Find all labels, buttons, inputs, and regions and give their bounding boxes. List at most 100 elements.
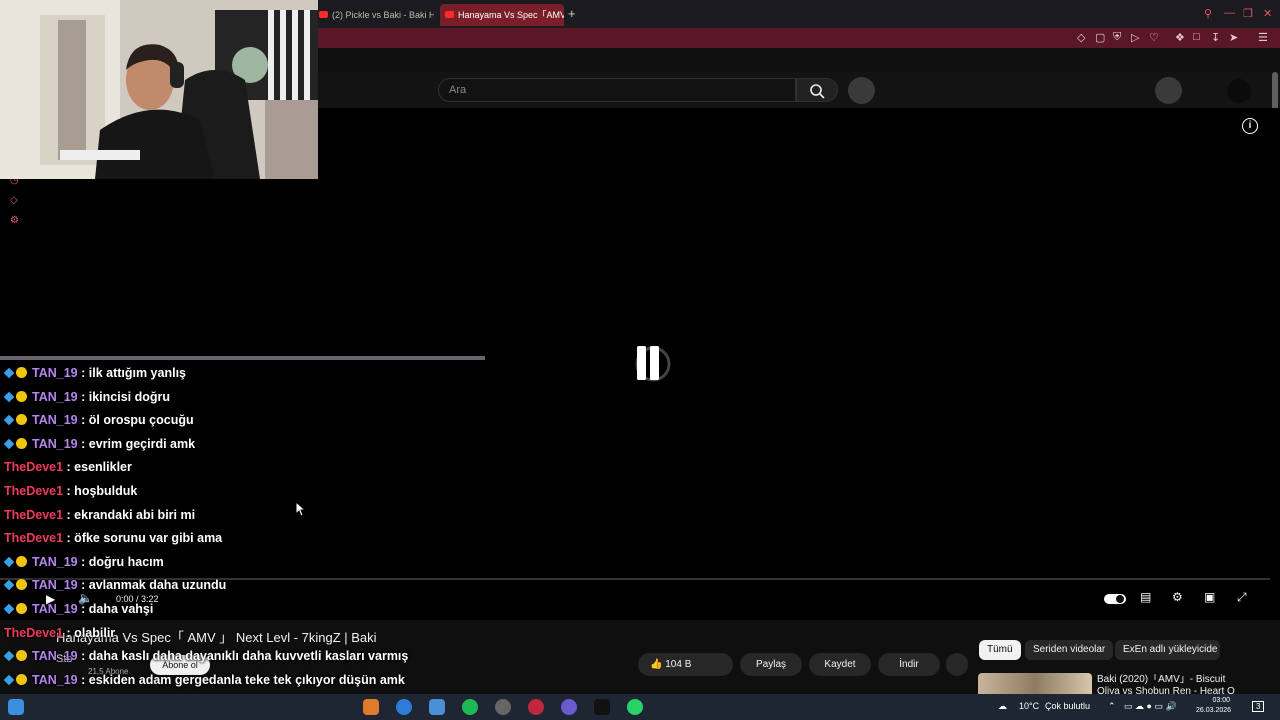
vpn-shield-icon[interactable]: ⛨	[1113, 31, 1121, 44]
whatsapp-icon[interactable]	[627, 699, 643, 715]
notifications-button[interactable]	[1155, 77, 1182, 104]
heart-icon[interactable]: ♡	[1149, 31, 1159, 44]
voice-search-button[interactable]	[848, 77, 875, 104]
chat-text: : ekrandaki abi biri mi	[66, 507, 196, 522]
youtube-favicon-icon	[319, 11, 328, 18]
recommended-title-line1: Baki (2020)「AMV」- Biscuit	[1097, 674, 1226, 685]
chat-badge-icon	[16, 414, 27, 426]
chat-text: : avlanmak daha uzundu	[81, 578, 227, 593]
notifications-badge[interactable]: 3	[1252, 701, 1265, 712]
chat-username: TheDeve1	[4, 625, 64, 640]
chat-username: TheDeve1	[4, 484, 64, 498]
like-button[interactable]: 👍 104 B	[638, 653, 733, 676]
extensions-icon[interactable]: ❖	[1175, 31, 1185, 44]
download-button[interactable]: İndir	[878, 653, 940, 676]
chat-text: : daha kaslı daha dayanıklı daha kuvvetl…	[81, 649, 409, 664]
weather-temp: 10°C	[1019, 701, 1040, 711]
chat-username: TAN_19	[32, 389, 78, 404]
search-tabs-icon[interactable]: ⚲	[1204, 7, 1212, 20]
edge-icon[interactable]	[396, 699, 412, 715]
chat-message: TheDeve1 : olabilir	[4, 626, 115, 648]
close-window-button[interactable]: ✕	[1263, 7, 1272, 20]
chat-badge-icon	[3, 580, 15, 591]
clock[interactable]: 03:00 26.03.2026	[1196, 696, 1231, 716]
chat-username: TAN_19	[32, 578, 78, 593]
chat-text: : daha vahşi	[81, 602, 154, 616]
store-icon[interactable]	[429, 699, 445, 715]
chip-uploader[interactable]: ExEn adlı yükleyicide	[1115, 640, 1220, 660]
chat-badge-icon	[3, 603, 15, 615]
aria-ai-icon[interactable]: ➤	[1229, 31, 1238, 44]
chat-text: : ikincisi doğru	[81, 389, 171, 404]
chat-text: : öl orospu çocuğu	[81, 413, 194, 428]
start-icon[interactable]	[8, 699, 24, 715]
pin-icon[interactable]: ◇	[1077, 31, 1085, 44]
app-icon[interactable]	[363, 699, 379, 715]
tag-icon[interactable]: ◇	[10, 195, 19, 206]
save-button[interactable]: Kaydet	[809, 653, 871, 676]
obs-icon[interactable]	[495, 699, 511, 715]
chat-text: : hoşbulduk	[66, 484, 138, 498]
snapshot-icon[interactable]: ▢	[1095, 31, 1105, 44]
chat-text: : esenlikler	[66, 460, 132, 475]
mouse-cursor	[295, 501, 305, 517]
chat-message: TheDeve1 : ekrandaki abi biri mi	[4, 508, 195, 530]
chat-badge-icon	[3, 674, 15, 686]
avatar[interactable]	[1227, 79, 1251, 103]
tray-chevron-icon[interactable]: ⌃	[1108, 701, 1116, 712]
discord-icon[interactable]	[561, 699, 577, 715]
chat-username: TAN_19	[32, 672, 78, 687]
chat-badge-icon	[3, 414, 15, 426]
share-button[interactable]: Paylaş	[740, 653, 802, 676]
settings-gear-icon[interactable]: ⚙	[1172, 590, 1183, 604]
miniplayer-icon[interactable]: ▣	[1204, 590, 1215, 604]
chat-username: TAN_19	[32, 602, 78, 616]
weather-icon[interactable]: ☁	[998, 701, 1007, 712]
chat-username: TAN_19	[32, 436, 78, 451]
search-box	[438, 78, 796, 102]
info-icon[interactable]: i	[1242, 118, 1258, 134]
minimize-button[interactable]: —	[1224, 7, 1235, 19]
browser-tab-pickle-vs-baki[interactable]: (2) Pickle vs Baki - Baki H	[314, 4, 434, 26]
subtitles-icon[interactable]: ▤	[1140, 590, 1151, 604]
youtube-favicon-icon	[445, 11, 454, 18]
player-icon[interactable]: ▷	[1131, 31, 1139, 44]
browser-tab-hanayama-vs-spec[interactable]: Hanayama Vs Spec「AMV	[440, 4, 564, 26]
maximize-button[interactable]: ❐	[1243, 7, 1253, 20]
fullscreen-icon[interactable]: ⤢	[1237, 590, 1247, 605]
chip-all[interactable]: Tümü	[979, 640, 1021, 660]
tray-icons[interactable]: ▭ ☁ ● ▭ 🔊	[1124, 701, 1177, 712]
chat-badge-icon	[16, 390, 27, 402]
settings-icon[interactable]: ⚙	[10, 215, 19, 226]
tab-label: (2) Pickle vs Baki - Baki H	[332, 10, 434, 20]
opera-icon[interactable]	[528, 699, 544, 715]
chat-message: TAN_19 : avlanmak daha uzundu	[3, 578, 227, 600]
download-icon[interactable]: ↧	[1211, 31, 1220, 44]
wallet-icon[interactable]: □	[1193, 31, 1200, 43]
search-input[interactable]	[439, 79, 795, 101]
new-tab-button[interactable]: +	[568, 6, 576, 21]
chat-message: TAN_19 : evrim geçirdi amk	[3, 436, 195, 459]
spotify-icon[interactable]	[462, 699, 478, 715]
chat-message: TAN_19 : ikincisi doğru	[3, 389, 171, 412]
chat-badge-icon	[3, 438, 15, 450]
chat-badge-icon	[16, 650, 27, 662]
chat-badge-icon	[16, 579, 27, 591]
stream-overlay-progress-bar	[0, 356, 485, 360]
more-actions-button[interactable]	[946, 653, 968, 676]
menu-icon[interactable]: ☰	[1258, 31, 1268, 44]
autoplay-toggle[interactable]	[1104, 593, 1126, 605]
chat-message: TAN_19 : ilk attığım yanlış	[3, 366, 186, 388]
chat-username: TAN_19	[32, 649, 78, 664]
chat-username: TAN_19	[32, 554, 78, 569]
chat-message: TAN_19 : eskiden adam gergedanla teke te…	[3, 672, 405, 695]
capcut-icon[interactable]	[594, 699, 610, 715]
search-button[interactable]	[796, 78, 838, 102]
chat-message: TAN_19 : öl orospu çocuğu	[3, 413, 194, 435]
pause-icon[interactable]	[633, 344, 673, 384]
chat-username: TheDeve1	[4, 531, 64, 546]
like-count: 104 B	[665, 659, 692, 670]
chip-series[interactable]: Seriden videolar	[1025, 640, 1114, 660]
chat-badge-icon	[3, 367, 15, 379]
weather-desc: Çok bulutlu	[1045, 701, 1091, 711]
